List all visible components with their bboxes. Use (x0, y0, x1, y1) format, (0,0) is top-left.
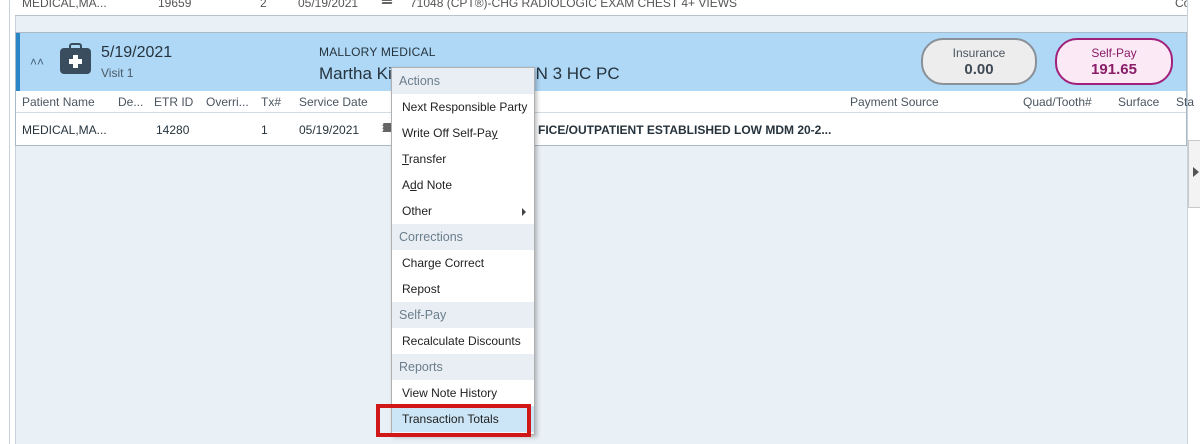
menu-section-reports: Reports (392, 354, 534, 380)
stack-icon (381, 0, 393, 4)
visit-date: 5/19/2021 (101, 44, 173, 61)
prev-etr-id: 19659 (158, 0, 192, 10)
menu-item-write-off-self-pay[interactable]: Write Off Self-Pay (392, 120, 534, 146)
facility-name: MALLORY MEDICAL (319, 45, 436, 59)
prev-description: 71048 (CPT®)-CHG RADIOLOGIC EXAM CHEST 4… (410, 0, 738, 10)
col-payment-source[interactable]: Payment Source (850, 95, 939, 109)
right-rail (1187, 0, 1200, 444)
col-de[interactable]: De... (118, 95, 143, 109)
medical-bag-icon (60, 43, 91, 74)
menu-item-transfer[interactable]: Transfer (392, 146, 534, 172)
self-pay-amount: 191.65 (1091, 61, 1137, 78)
submenu-arrow-icon (522, 208, 526, 216)
col-patient-name[interactable]: Patient Name (22, 95, 95, 109)
self-pay-label: Self-Pay (1091, 46, 1137, 60)
collapse-chevron-icon[interactable]: ˄˄ (30, 55, 44, 69)
menu-item-other[interactable]: Other (392, 198, 534, 224)
prev-service-date: 05/19/2021 (298, 0, 359, 10)
visit-number: Visit 1 (101, 66, 134, 80)
column-headers: Patient Name De... ETR ID Overri... Tx# … (16, 91, 1194, 113)
gutter-divider (9, 0, 10, 444)
menu-item-charge-correct[interactable]: Charge Correct (392, 250, 534, 276)
left-gutter (0, 0, 15, 444)
visit-header[interactable]: ˄˄ 5/19/2021 Visit 1 MALLORY MEDICAL Mar… (16, 33, 1186, 91)
previous-transaction-row[interactable]: MEDICAL,MA... 19659 2 05/19/2021 71048 (… (15, 0, 1187, 16)
menu-item-next-responsible-party[interactable]: Next Responsible Party (392, 94, 534, 120)
menu-item-add-note[interactable]: Add Note (392, 172, 534, 198)
self-pay-balance-pill[interactable]: Self-Pay 191.65 (1055, 38, 1173, 85)
insurance-amount: 0.00 (964, 61, 994, 78)
menu-section-actions: Actions (392, 68, 534, 94)
prev-patient: MEDICAL,MA... (22, 0, 107, 10)
col-status[interactable]: Sta (1176, 95, 1194, 109)
row-description: FICE/OUTPATIENT ESTABLISHED LOW MDM 20-2… (538, 123, 832, 137)
col-quad-tooth[interactable]: Quad/Tooth# (1023, 95, 1092, 109)
col-etr-id[interactable]: ETR ID (154, 95, 193, 109)
col-tx[interactable]: Tx# (261, 95, 281, 109)
insurance-balance-pill[interactable]: Insurance 0.00 (921, 38, 1037, 85)
prev-edge-text: Co (1175, 0, 1187, 10)
menu-item-view-note-history[interactable]: View Note History (392, 380, 534, 406)
menu-section-corrections: Corrections (392, 224, 534, 250)
col-override[interactable]: Overri... (206, 95, 249, 109)
visit-card: ˄˄ 5/19/2021 Visit 1 MALLORY MEDICAL Mar… (15, 32, 1194, 146)
col-service-date[interactable]: Service Date (299, 95, 368, 109)
table-row[interactable]: MEDICAL,MA... 14280 1 05/19/2021 FICE/OU… (16, 115, 1186, 143)
menu-section-self-pay: Self-Pay (392, 302, 534, 328)
row-tx: 1 (261, 123, 268, 137)
row-patient: MEDICAL,MA... (22, 123, 107, 137)
prev-tx: 2 (260, 0, 267, 10)
context-menu: Actions Next Responsible Party Write Off… (391, 67, 535, 435)
highlight-box (376, 404, 531, 437)
col-surface[interactable]: Surface (1118, 95, 1159, 109)
insurance-label: Insurance (952, 46, 1006, 60)
menu-item-recalculate-discounts[interactable]: Recalculate Discounts (392, 328, 534, 354)
chevron-right-icon[interactable] (1193, 167, 1199, 177)
row-service-date: 05/19/2021 (299, 123, 360, 137)
row-etr-id: 14280 (156, 123, 190, 137)
menu-item-repost[interactable]: Repost (392, 276, 534, 302)
